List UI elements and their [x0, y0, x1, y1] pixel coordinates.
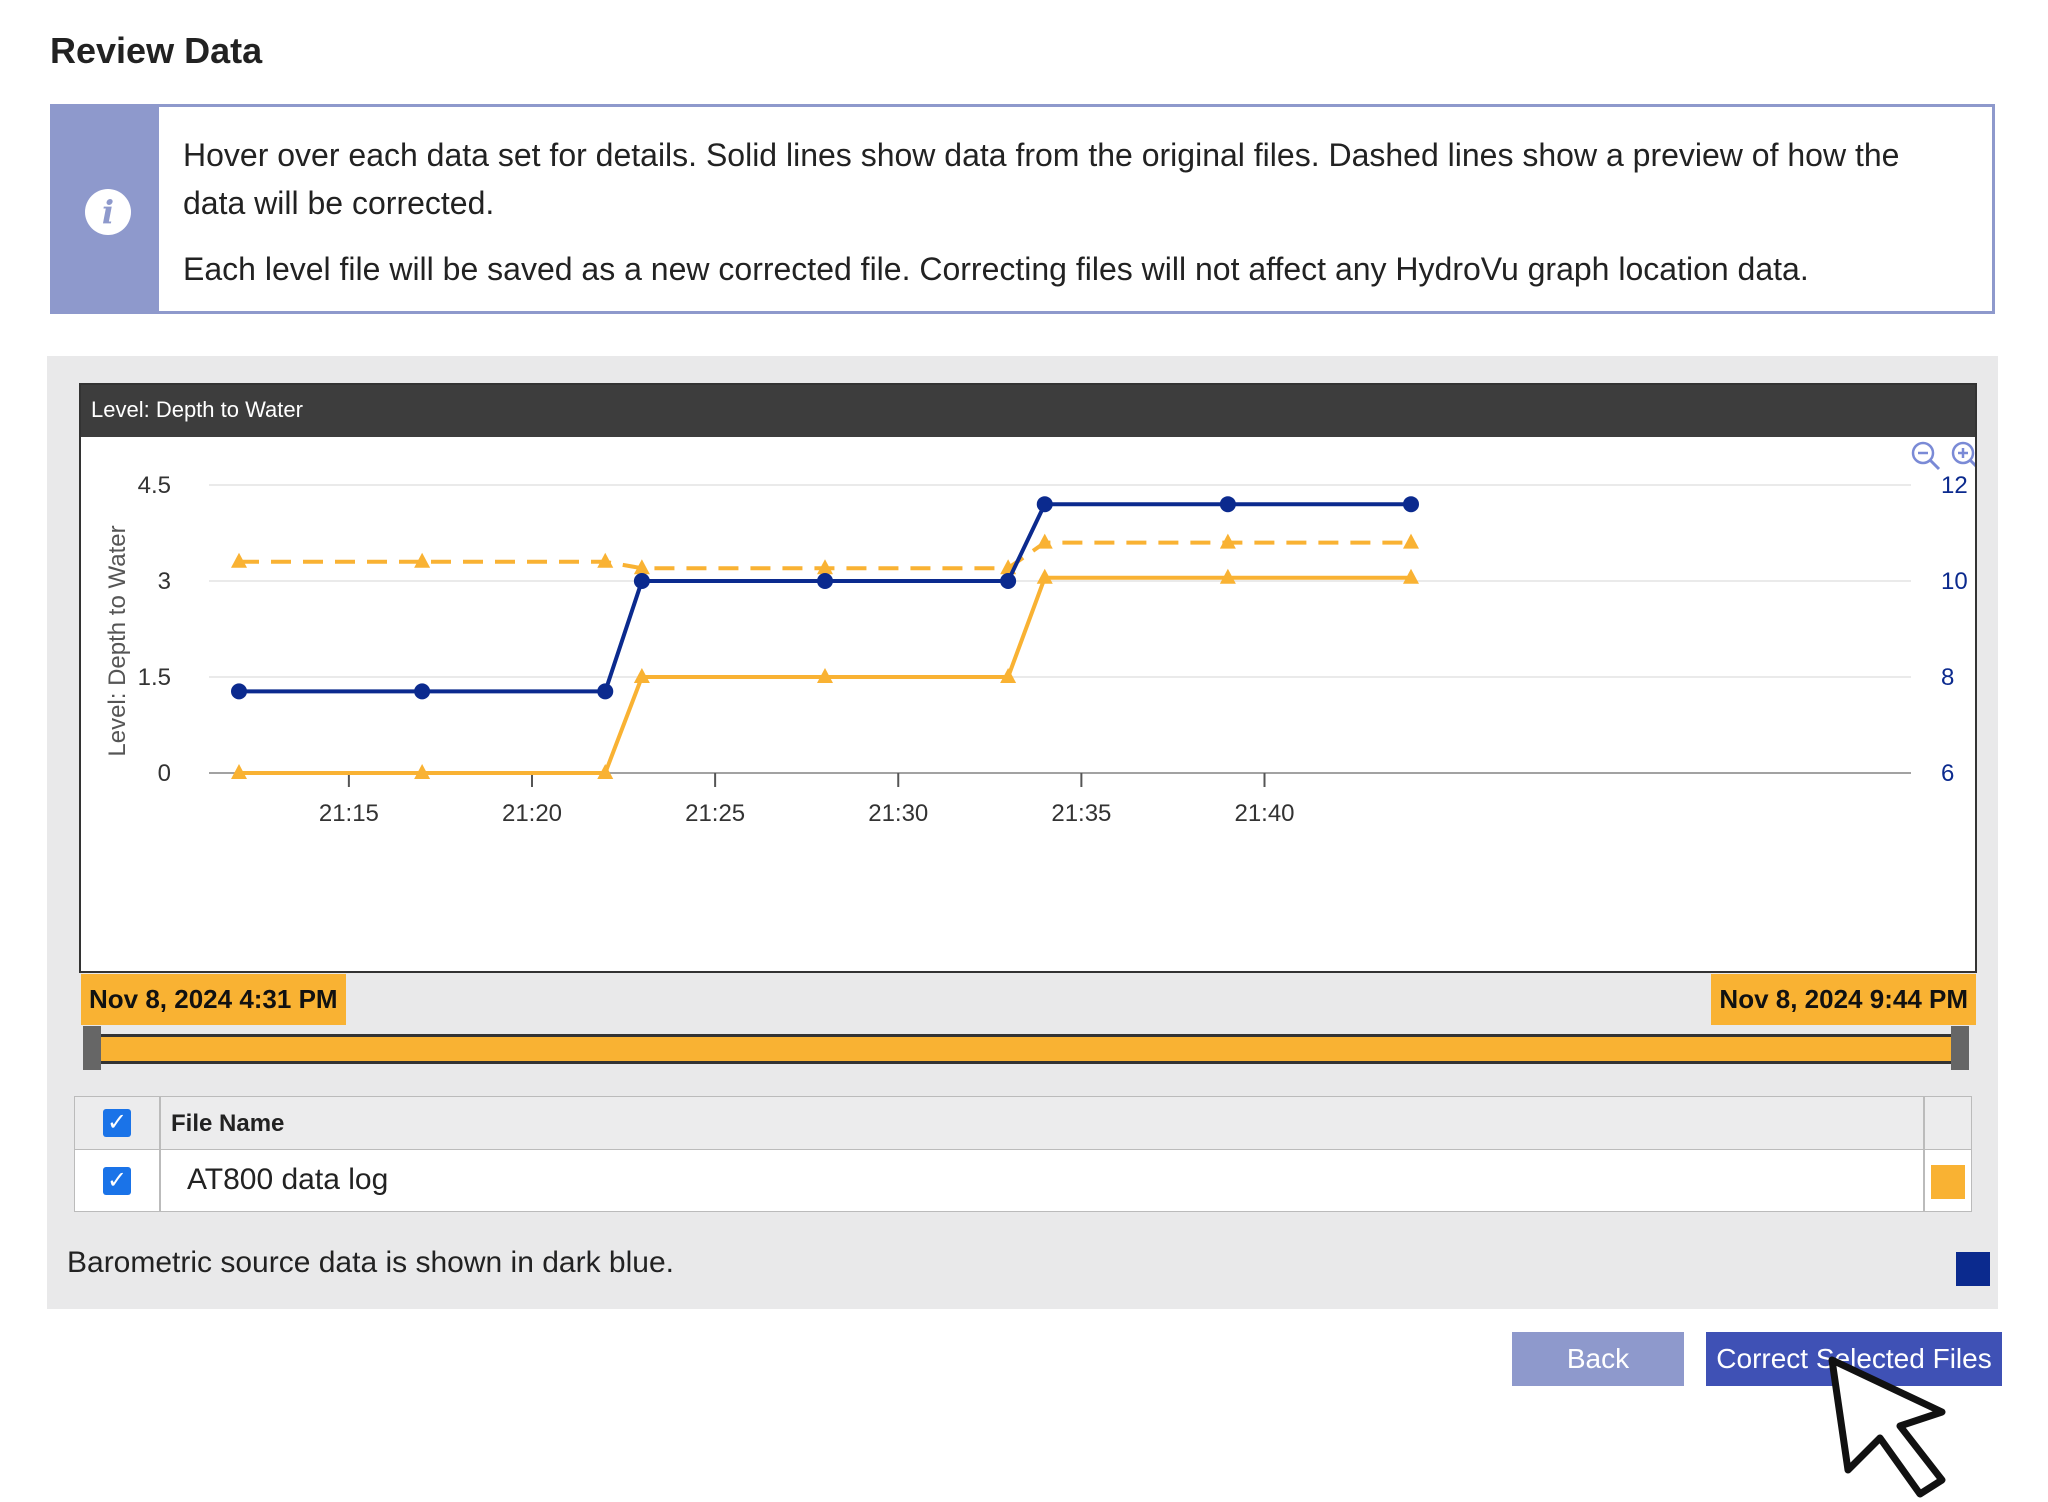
y-left-tick-label: 4.5	[138, 472, 171, 499]
series-point	[597, 683, 614, 700]
series-line-2	[239, 502, 1411, 694]
y-right-tick-label: 8	[1941, 664, 1954, 691]
range-slider-right-handle[interactable]	[1951, 1026, 1969, 1070]
series-point	[817, 573, 833, 589]
row-checkbox[interactable]: ✓	[103, 1167, 131, 1195]
series-point	[414, 683, 431, 700]
baro-note: Barometric source data is shown in dark …	[67, 1246, 674, 1279]
chart-header: Level: Depth to Water	[81, 385, 1975, 437]
file-color-swatch	[1931, 1165, 1965, 1199]
range-end-label: Nov 8, 2024 9:44 PM	[1711, 974, 1976, 1025]
info-icon: i	[85, 189, 131, 235]
series-point	[1403, 496, 1419, 513]
column-divider	[1923, 1097, 1925, 1211]
series-point	[1036, 496, 1053, 513]
file-name-column-header: File Name	[171, 1110, 285, 1137]
chart-layer: 0 1.5 3 4.5 6 8 10 12 21:15 21:20 21:25 21:30 21:35 2…	[104, 472, 1968, 827]
series-point	[1403, 533, 1419, 549]
info-text: Hover over each data set for details. So…	[183, 131, 1962, 311]
y-left-tick-label: 0	[158, 760, 171, 787]
y-right-tick-label: 10	[1941, 568, 1968, 595]
baro-color-swatch	[1956, 1252, 1990, 1286]
x-tick-label: 21:40	[1234, 800, 1294, 827]
review-panel: Level: Depth to Water 0 1.5 3 4.5 6 8 10 12 21:1…	[47, 356, 1998, 1309]
x-tick-label: 21:30	[868, 800, 928, 827]
y-right-tick-label: 12	[1941, 472, 1968, 499]
range-slider-left-handle[interactable]	[83, 1026, 101, 1070]
info-line-1: Hover over each data set for details. So…	[183, 137, 1900, 221]
select-all-checkbox[interactable]: ✓	[103, 1109, 131, 1137]
y-right-tick-label: 6	[1941, 760, 1954, 787]
file-table: ✓ File Name ✓ AT800 data log	[74, 1096, 1972, 1212]
y-left-tick-label: 1.5	[138, 664, 171, 691]
info-line-2: Each level file will be saved as a new c…	[183, 251, 1809, 287]
x-tick-label: 21:35	[1051, 800, 1111, 827]
chart-title: Level: Depth to Water	[91, 397, 303, 422]
zoom-in-icon[interactable]	[1951, 441, 1975, 469]
range-start-label: Nov 8, 2024 4:31 PM	[81, 974, 346, 1025]
page-title: Review Data	[50, 30, 263, 71]
series-point	[1000, 573, 1017, 589]
info-box: i Hover over each data set for details. …	[50, 104, 1995, 314]
file-name-cell: AT800 data log	[187, 1163, 389, 1196]
table-header-row: ✓ File Name	[75, 1097, 1971, 1150]
depth-chart[interactable]: 0 1.5 3 4.5 6 8 10 12 21:15 21:20 21:25 21:30 21:35 2…	[81, 437, 1975, 971]
y-left-tick-label: 3	[158, 568, 171, 595]
info-strip: i	[53, 107, 159, 311]
x-tick-label: 21:15	[319, 800, 379, 827]
range-slider-track[interactable]	[91, 1034, 1961, 1064]
mouse-cursor-icon	[1828, 1356, 1946, 1498]
zoom-out-icon[interactable]	[1911, 441, 1941, 471]
y-left-axis-label: Level: Depth to Water	[104, 525, 131, 756]
x-tick-label: 21:20	[502, 800, 562, 827]
x-tick-label: 21:25	[685, 800, 745, 827]
series-point	[231, 683, 247, 700]
series-point	[1219, 496, 1236, 513]
chart-box[interactable]: Level: Depth to Water 0 1.5 3 4.5 6 8 10 12 21:1…	[79, 383, 1977, 973]
series-point	[633, 573, 650, 589]
column-divider	[159, 1097, 161, 1211]
back-button[interactable]: Back	[1512, 1332, 1684, 1386]
